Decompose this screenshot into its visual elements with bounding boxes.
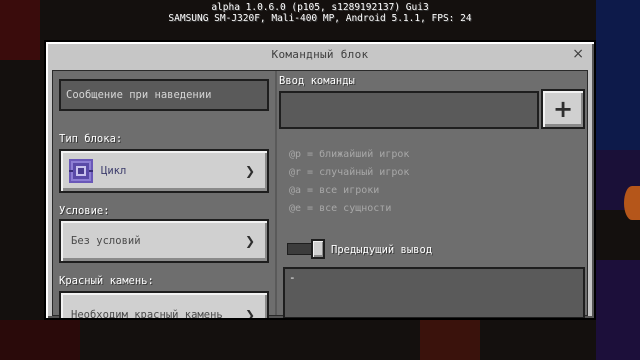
hint-nearest-player: @p = ближайший игрок bbox=[289, 149, 410, 160]
block-type-value: Цикл bbox=[101, 165, 127, 177]
block-type-button[interactable]: Цикл ❯ bbox=[59, 149, 269, 193]
right-column: Ввод команды + @p = ближайший игрок @r =… bbox=[279, 71, 587, 318]
previous-output-toggle[interactable] bbox=[287, 239, 325, 259]
background-block-bottom-right bbox=[420, 320, 480, 360]
dialog-body: Сообщение при наведении Тип блока: Цикл … bbox=[52, 70, 588, 318]
previous-output-box[interactable]: - bbox=[283, 267, 585, 318]
hover-message-input[interactable]: Сообщение при наведении bbox=[59, 79, 269, 111]
redstone-button[interactable]: Необходим красный камень ❯ bbox=[59, 291, 269, 320]
add-command-button[interactable]: + bbox=[541, 89, 585, 129]
hint-random-player: @r = случайный игрок bbox=[289, 167, 410, 178]
background-light-glow bbox=[624, 186, 640, 220]
block-type-label: Тип блока: bbox=[59, 133, 123, 145]
hint-all-entities: @e = все сущности bbox=[289, 203, 392, 214]
command-block-dialog: Командный блок × Сообщение при наведении… bbox=[44, 40, 596, 320]
toggle-knob[interactable] bbox=[311, 239, 325, 259]
chevron-right-icon: ❯ bbox=[244, 234, 255, 248]
background-block-bottom-left bbox=[0, 320, 80, 360]
command-input-label: Ввод команды bbox=[279, 75, 355, 87]
background-block-lower bbox=[596, 260, 640, 360]
condition-button[interactable]: Без условий ❯ bbox=[59, 219, 269, 263]
left-column: Сообщение при наведении Тип блока: Цикл … bbox=[53, 71, 275, 318]
hint-all-players: @a = все игроки bbox=[289, 185, 380, 196]
command-input[interactable] bbox=[279, 91, 539, 129]
redstone-label: Красный камень: bbox=[59, 275, 154, 287]
close-icon[interactable]: × bbox=[572, 46, 584, 62]
debug-line-device: SAMSUNG SM-J320F, Mali-400 MP, Android 5… bbox=[168, 13, 472, 24]
debug-overlay: alpha 1.0.6.0 (p105, s1289192137) Gui3 S… bbox=[0, 2, 640, 24]
dialog-title: Командный блок bbox=[271, 48, 369, 61]
chevron-right-icon: ❯ bbox=[244, 308, 255, 320]
condition-label: Условие: bbox=[59, 205, 110, 217]
hover-message-placeholder: Сообщение при наведении bbox=[66, 89, 212, 101]
previous-output-value: - bbox=[289, 271, 296, 284]
debug-line-version: alpha 1.0.6.0 (p105, s1289192137) Gui3 bbox=[211, 2, 429, 13]
column-divider bbox=[275, 71, 277, 315]
plus-icon: + bbox=[552, 95, 574, 123]
command-block-icon bbox=[69, 159, 93, 183]
redstone-value: Необходим красный камень bbox=[71, 309, 223, 320]
chevron-right-icon: ❯ bbox=[244, 164, 255, 178]
previous-output-label: Предыдущий вывод bbox=[331, 244, 433, 256]
condition-value: Без условий bbox=[71, 235, 141, 247]
